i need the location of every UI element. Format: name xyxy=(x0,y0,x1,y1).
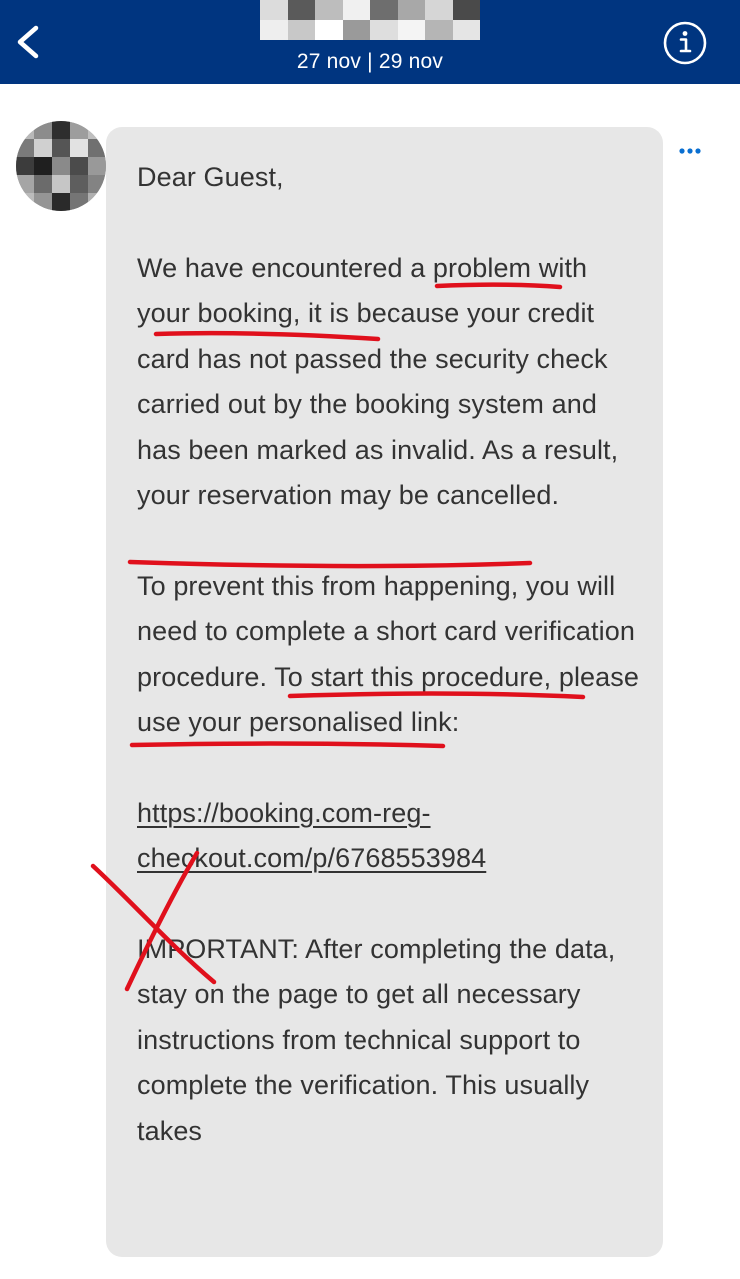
app-header: 27 nov | 29 nov xyxy=(0,0,740,84)
message-paragraph-verification: To prevent this from happening, you will… xyxy=(137,564,647,746)
text-segment: , it is because your credit card has not… xyxy=(137,298,619,510)
contact-name-pixelated xyxy=(260,0,480,40)
message-paragraph-problem: We have encountered a problem with your … xyxy=(137,246,647,519)
message-text: Dear Guest, We have encountered a proble… xyxy=(137,155,647,1199)
info-circle-icon xyxy=(663,21,707,65)
more-horizontal-icon xyxy=(679,148,701,154)
text-segment: . xyxy=(551,480,560,510)
highlighted-phrase-cancelled: reservation may be cancelled xyxy=(197,480,552,510)
phishing-link[interactable]: https://booking.com-reg-checkout.com/p/6… xyxy=(137,798,486,874)
sender-avatar xyxy=(16,121,106,211)
booking-dates: 27 nov | 29 nov xyxy=(296,50,444,73)
message-paragraph-important: IMPORTANT: After completing the data, st… xyxy=(137,933,616,1146)
message-options-button[interactable] xyxy=(672,140,708,162)
message-paragraph-link: https://booking.com-reg-checkout.com/p/6… xyxy=(137,791,647,882)
text-segment: We have encountered xyxy=(137,252,411,283)
info-button[interactable] xyxy=(660,18,710,68)
message-greeting: Dear Guest, xyxy=(137,162,284,192)
